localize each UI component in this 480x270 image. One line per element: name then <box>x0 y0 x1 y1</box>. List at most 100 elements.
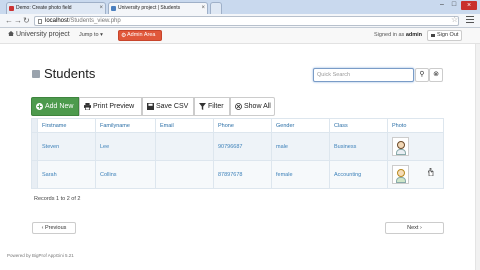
cell-firstname[interactable]: Sarah <box>37 160 96 189</box>
column-header-firstname[interactable]: Firstname <box>37 118 96 133</box>
cell-firstname[interactable]: Steven <box>37 132 96 161</box>
app-navbar: University project Jump to ▾ ⚙ Admin Are… <box>0 28 480 44</box>
page-title-text: Students <box>44 66 96 81</box>
url-host: localhost <box>45 18 69 24</box>
cell-gender[interactable]: female <box>271 160 330 189</box>
column-header-class[interactable]: Class <box>329 118 388 133</box>
print-preview-button[interactable]: Print Preview <box>79 97 142 116</box>
forward-arrow-icon[interactable]: → <box>14 16 22 25</box>
show-all-label: Show All <box>244 103 271 110</box>
filter-label: Filter <box>208 103 224 110</box>
cell-phone[interactable]: 90796687 <box>213 132 272 161</box>
remove-icon: ⊗ <box>433 71 439 78</box>
column-header-gender[interactable]: Gender <box>271 118 330 133</box>
brand-link[interactable]: University project <box>8 31 70 38</box>
browser-tab-students[interactable]: University project | Students × <box>108 2 208 14</box>
next-label: Next <box>407 225 419 231</box>
save-csv-button[interactable]: Save CSV <box>142 97 194 116</box>
student-photo[interactable] <box>392 137 409 156</box>
save-csv-label: Save CSV <box>156 103 189 110</box>
back-arrow-icon[interactable]: ← <box>5 16 13 25</box>
cell-phone[interactable]: 87897678 <box>213 160 272 189</box>
previous-page-button[interactable]: ‹ Previous <box>32 222 76 234</box>
url-field[interactable]: localhost/Students_view.php <box>34 16 459 26</box>
window-close-icon[interactable]: × <box>461 1 477 10</box>
browser-tab-demo[interactable]: Demo: Create photo field × <box>6 2 106 14</box>
vertical-scrollbar[interactable] <box>475 44 480 270</box>
table-row[interactable]: Sarah Collins 87897678 female Accounting <box>31 160 444 189</box>
hand-cursor-icon <box>428 168 434 176</box>
student-photo[interactable] <box>392 165 409 184</box>
minimize-icon[interactable]: – <box>438 1 446 8</box>
brand-label: University project <box>16 31 70 38</box>
filter-icon <box>199 103 206 110</box>
previous-label: Previous <box>44 225 67 231</box>
clear-search-button[interactable]: ⊗ <box>429 68 443 82</box>
browser-tab-bar: Demo: Create photo field × University pr… <box>0 0 480 14</box>
table-icon <box>32 70 40 78</box>
page-icon <box>38 19 42 24</box>
add-new-button[interactable]: Add New <box>31 97 79 116</box>
chevron-left-icon: ‹ <box>41 225 44 231</box>
admin-area-label: Admin Area <box>127 32 156 38</box>
maximize-icon[interactable]: □ <box>450 1 458 8</box>
gear-icon: ⚙ <box>121 33 127 39</box>
cell-class[interactable]: Business <box>329 132 388 161</box>
tab-label: Demo: Create photo field <box>16 5 72 11</box>
favicon-icon <box>111 6 116 11</box>
url-path: /Students_view.php <box>68 18 121 24</box>
print-preview-label: Print Preview <box>93 103 135 110</box>
signed-in-user: admin <box>405 32 423 38</box>
lock-icon <box>431 34 435 37</box>
filter-button[interactable]: Filter <box>194 97 230 116</box>
sign-out-label: Sign Out <box>437 32 459 38</box>
table-header-row: Firstname Familyname Email Phone Gender … <box>31 118 444 133</box>
column-header-email[interactable]: Email <box>155 118 214 133</box>
reload-icon[interactable]: ↻ <box>23 16 30 25</box>
cell-photo[interactable] <box>387 160 444 189</box>
admin-area-button[interactable]: ⚙ Admin Area <box>118 30 162 41</box>
new-tab-button[interactable] <box>210 2 222 14</box>
caret-down-icon: ▾ <box>100 32 103 38</box>
show-all-button[interactable]: Show All <box>230 97 275 116</box>
close-tab-icon[interactable]: × <box>99 3 103 14</box>
save-icon <box>147 103 154 110</box>
students-table: Firstname Familyname Email Phone Gender … <box>31 118 444 189</box>
home-icon <box>8 31 14 36</box>
cell-gender[interactable]: male <box>271 132 330 161</box>
column-header-phone[interactable]: Phone <box>213 118 272 133</box>
search-button[interactable]: ⚲ <box>415 68 429 82</box>
table-row[interactable]: Steven Lee 90796687 male Business <box>31 132 444 161</box>
search-icon: ⚲ <box>419 71 425 78</box>
browser-menu-icon[interactable] <box>466 16 474 25</box>
close-tab-icon[interactable]: × <box>201 3 205 14</box>
add-new-label: Add New <box>45 103 74 110</box>
column-header-photo[interactable]: Photo <box>387 118 444 133</box>
quick-search-input[interactable]: Quick Search <box>313 68 414 82</box>
signed-in-prefix: Signed in as <box>374 32 405 38</box>
tab-label: University project | Students <box>118 5 181 11</box>
cell-email[interactable] <box>155 132 214 161</box>
plus-circle-icon <box>36 103 43 110</box>
address-bar-area: ← → ↻ localhost/Students_view.php ☆ <box>0 14 480 28</box>
sign-out-button[interactable]: Sign Out <box>427 30 462 41</box>
star-icon[interactable]: ☆ <box>451 15 458 24</box>
cell-email[interactable] <box>155 160 214 189</box>
signed-in-text: Signed in as admin <box>374 32 422 38</box>
cell-familyname[interactable]: Lee <box>95 132 156 161</box>
favicon-icon <box>9 6 14 11</box>
cell-familyname[interactable]: Collins <box>95 160 156 189</box>
cell-photo[interactable] <box>387 132 444 161</box>
remove-circle-icon <box>235 103 242 110</box>
jump-to-dropdown[interactable]: Jump to ▾ <box>79 32 103 38</box>
cell-class[interactable]: Accounting <box>329 160 388 189</box>
jump-to-label: Jump to <box>79 32 99 38</box>
column-header-familyname[interactable]: Familyname <box>95 118 156 133</box>
page-title: Students <box>32 66 95 81</box>
next-page-button[interactable]: Next › <box>385 222 444 234</box>
search-placeholder: Quick Search <box>317 72 351 78</box>
print-icon <box>84 103 91 110</box>
footer-text: Powered by BigProf AppGini 5.21 <box>7 253 74 258</box>
records-count: Records 1 to 2 of 2 <box>34 196 81 202</box>
chevron-right-icon: › <box>420 225 422 231</box>
